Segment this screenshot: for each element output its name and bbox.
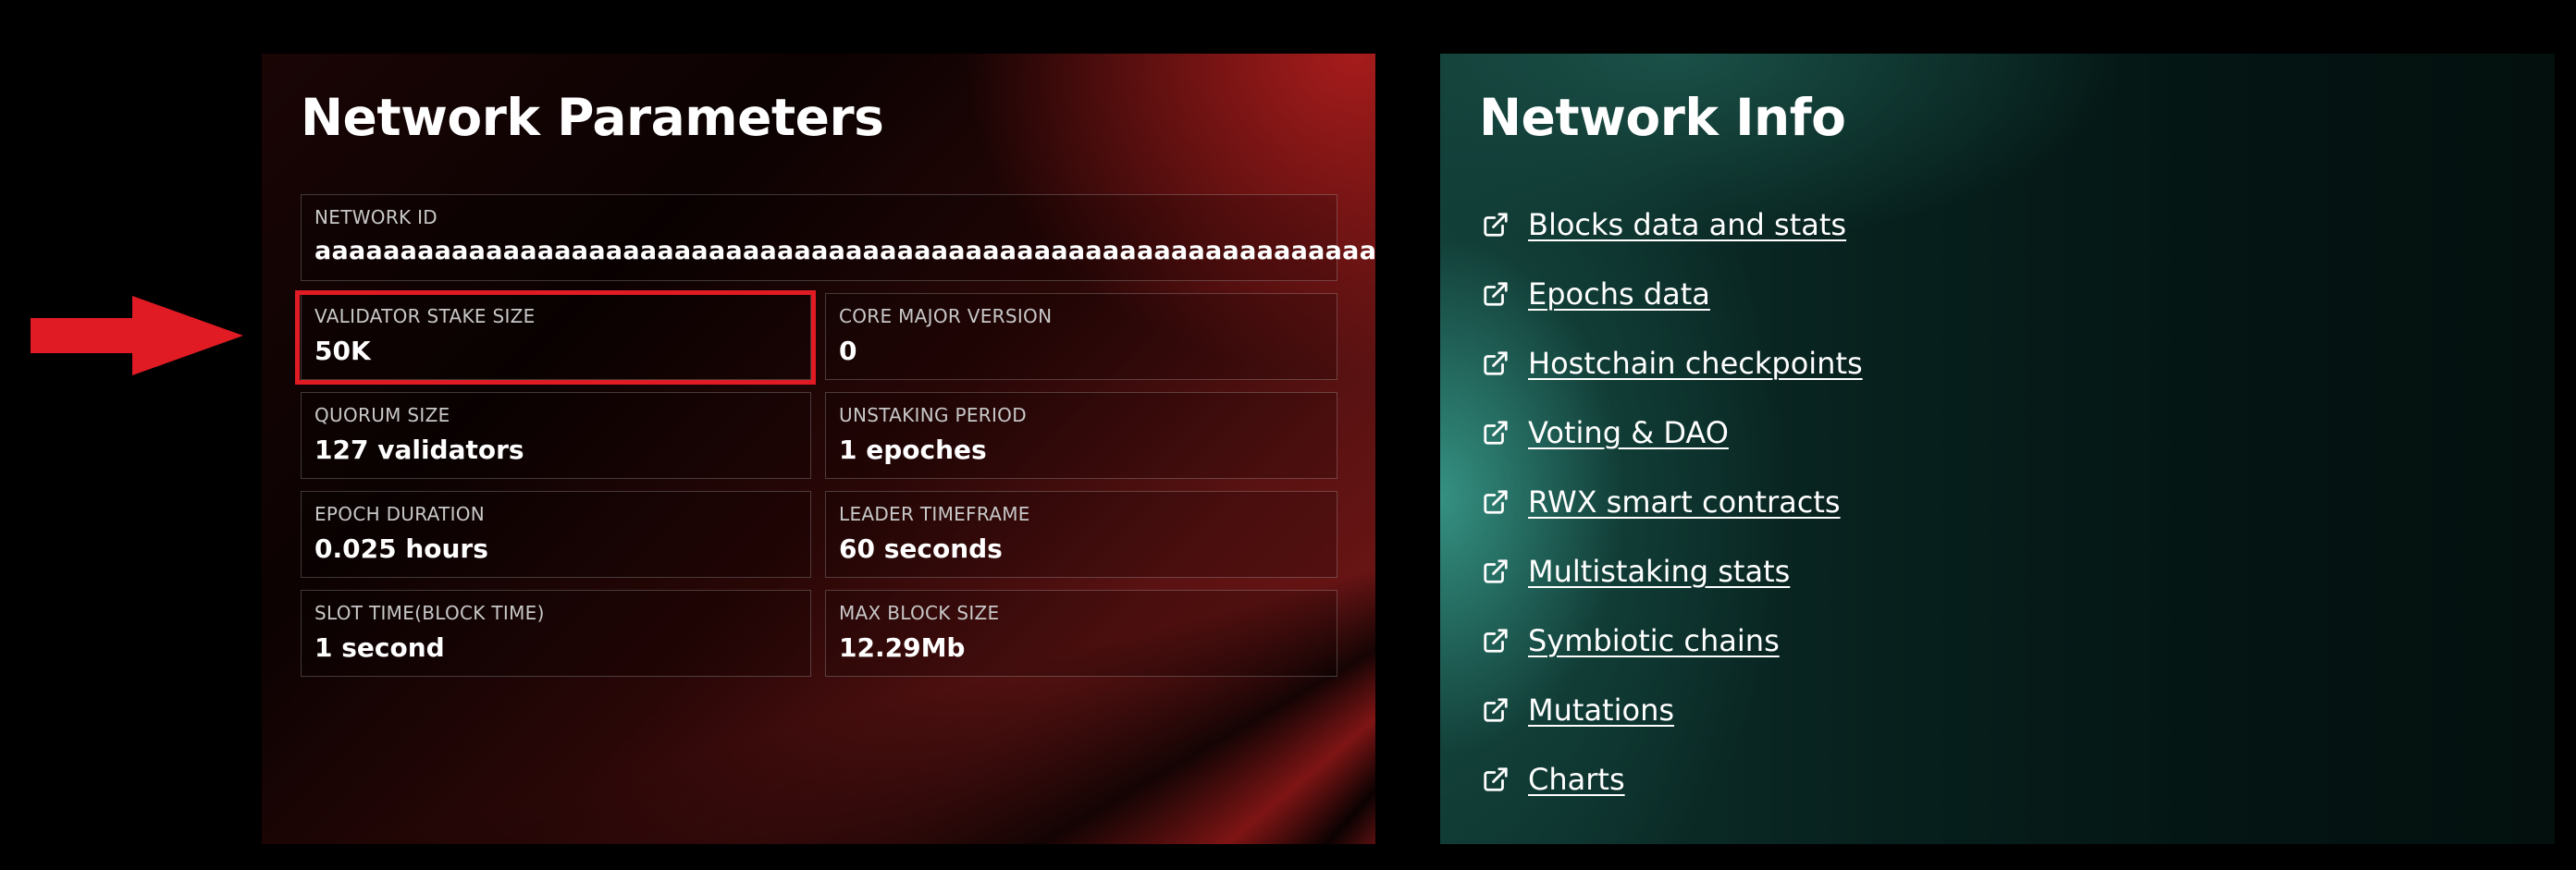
card-value: 127 validators	[314, 435, 524, 465]
external-link-icon	[1484, 628, 1508, 653]
network-info-link[interactable]: Hostchain checkpoints	[1482, 328, 1863, 398]
slot-time-card: SLOT TIME(BLOCK TIME) 1 second	[301, 590, 811, 677]
network-parameters-title: Network Parameters	[301, 88, 884, 147]
network-info-links: Blocks data and stats Epochs data Hostchai…	[1482, 190, 1863, 814]
card-label: NETWORK ID	[314, 206, 438, 228]
external-link-icon	[1484, 350, 1508, 375]
card-value: 0.025 hours	[314, 533, 488, 564]
network-info-link-label[interactable]: Mutations	[1528, 692, 1674, 728]
leader-timeframe-card: LEADER TIMEFRAME 60 seconds	[825, 491, 1337, 578]
core-major-version-card: CORE MAJOR VERSION 0	[825, 293, 1337, 380]
network-info-link[interactable]: Blocks data and stats	[1482, 190, 1863, 259]
network-info-link[interactable]: RWX smart contracts	[1482, 467, 1863, 536]
network-info-link-label[interactable]: Epochs data	[1528, 276, 1710, 312]
card-label: MAX BLOCK SIZE	[839, 602, 1000, 624]
network-info-link[interactable]: Multistaking stats	[1482, 536, 1863, 606]
external-link-icon	[1484, 558, 1508, 583]
external-link-icon	[1484, 420, 1508, 445]
network-info-link-label[interactable]: Charts	[1528, 762, 1625, 797]
network-info-link-label[interactable]: Voting & DAO	[1528, 415, 1729, 450]
card-label: CORE MAJOR VERSION	[839, 305, 1053, 327]
max-block-size-card: MAX BLOCK SIZE 12.29Mb	[825, 590, 1337, 677]
card-label: EPOCH DURATION	[314, 503, 486, 525]
network-info-link-label[interactable]: RWX smart contracts	[1528, 484, 1841, 520]
card-value: 1 second	[314, 632, 445, 663]
external-link-icon	[1484, 212, 1508, 237]
network-info-title: Network Info	[1479, 88, 1846, 147]
card-label: UNSTAKING PERIOD	[839, 404, 1027, 426]
network-info-link[interactable]: Voting & DAO	[1482, 398, 1863, 467]
network-info-panel: Network Info Blocks data and stats Epochs…	[1440, 54, 2555, 844]
network-info-link[interactable]: Symbiotic chains	[1482, 606, 1863, 675]
external-link-icon	[1484, 281, 1508, 306]
card-value: 60 seconds	[839, 533, 1003, 564]
network-info-link-label[interactable]: Multistaking stats	[1528, 554, 1790, 589]
network-info-link-label[interactable]: Hostchain checkpoints	[1528, 346, 1863, 381]
card-label: SLOT TIME(BLOCK TIME)	[314, 602, 545, 624]
network-info-link[interactable]: Mutations	[1482, 675, 1863, 744]
card-value: 1 epoches	[839, 435, 987, 465]
external-link-icon	[1484, 697, 1508, 722]
external-link-icon	[1484, 489, 1508, 514]
network-id-card: NETWORK ID aaaaaaaaaaaaaaaaaaaaaaaaaaaaa…	[301, 194, 1375, 281]
epoch-duration-card: EPOCH DURATION 0.025 hours	[301, 491, 811, 578]
network-parameters-panel: Network Parameters NETWORK ID aaaaaaaaaa…	[262, 54, 1375, 844]
card-label: LEADER TIMEFRAME	[839, 503, 1030, 525]
card-label: QUORUM SIZE	[314, 404, 450, 426]
validator-stake-highlight	[295, 290, 816, 385]
unstaking-period-card: UNSTAKING PERIOD 1 epoches	[825, 392, 1337, 479]
network-info-link-label[interactable]: Symbiotic chains	[1528, 623, 1780, 658]
red-arrow-icon	[31, 296, 243, 375]
network-info-link[interactable]: Charts	[1482, 744, 1863, 814]
network-info-link-label[interactable]: Blocks data and stats	[1528, 207, 1846, 242]
network-info-link[interactable]: Epochs data	[1482, 259, 1863, 328]
card-value: 12.29Mb	[839, 632, 966, 663]
card-value: 0	[839, 336, 857, 366]
quorum-size-card: QUORUM SIZE 127 validators	[301, 392, 811, 479]
card-value: aaaaaaaaaaaaaaaaaaaaaaaaaaaaaaaaaaaaaaaa…	[314, 237, 1375, 265]
external-link-icon	[1484, 766, 1508, 791]
